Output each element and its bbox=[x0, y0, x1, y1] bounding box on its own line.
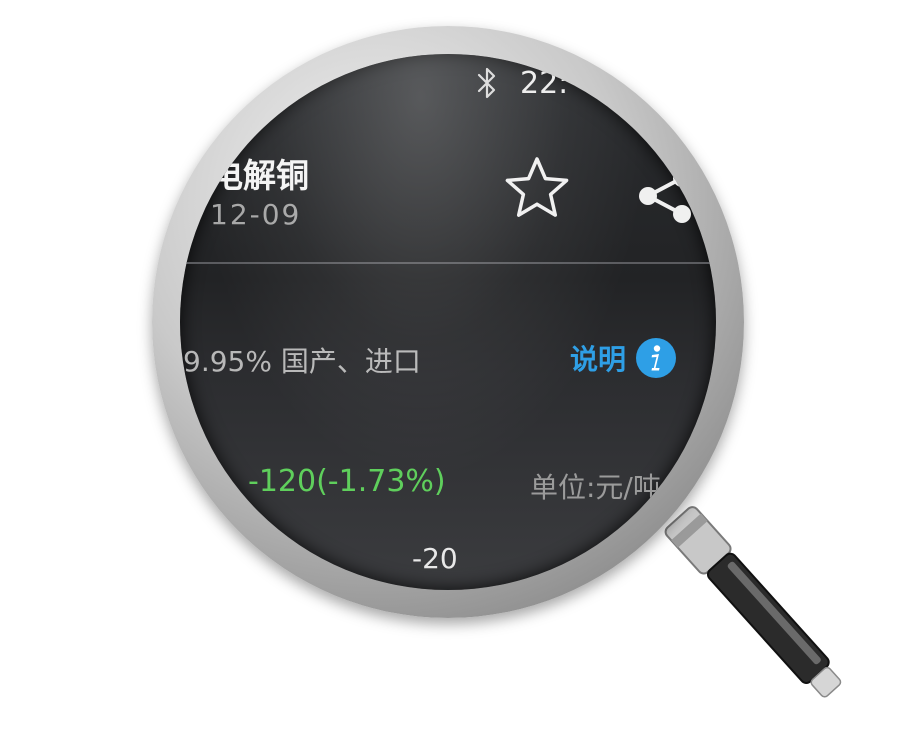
star-icon[interactable] bbox=[502, 154, 572, 224]
magnifier-lens: 22: 电解铜 12-09 9.95% 国产、进口 说明 -120(-1.73%… bbox=[180, 54, 716, 590]
info-link[interactable]: 说明 bbox=[570, 336, 678, 380]
product-spec: 9.95% 国产、进口 bbox=[183, 345, 421, 378]
lens-glare bbox=[180, 54, 716, 590]
share-icon[interactable] bbox=[636, 168, 706, 228]
info-label: 说明 bbox=[570, 343, 627, 376]
status-time: 22: bbox=[520, 66, 569, 101]
header-divider bbox=[180, 262, 716, 264]
quote-date: 12-09 bbox=[210, 198, 302, 231]
info-icon bbox=[636, 338, 677, 378]
chart-axis-tick: -20 bbox=[412, 542, 458, 575]
price-unit: 单位:元/吨 bbox=[530, 471, 661, 504]
bluetooth-icon bbox=[477, 67, 496, 99]
magnifier-illustration: 22: 电解铜 12-09 9.95% 国产、进口 说明 -120(-1.73%… bbox=[0, 0, 900, 750]
page-title: 电解铜 bbox=[210, 156, 309, 195]
price-change: -120(-1.73%) bbox=[248, 464, 446, 499]
